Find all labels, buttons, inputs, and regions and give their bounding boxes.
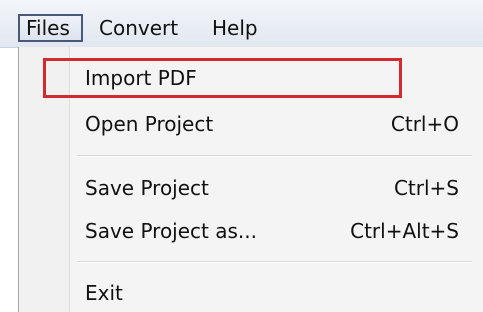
- menu-convert-label: Convert: [99, 16, 179, 40]
- menu-bar: Files Convert Help: [0, 0, 483, 48]
- menu-separator: [77, 261, 472, 263]
- menu-separator: [77, 155, 472, 157]
- menu-files[interactable]: Files: [18, 14, 83, 42]
- menu-item-label: Exit: [85, 281, 123, 305]
- menu-convert[interactable]: Convert: [93, 14, 184, 42]
- menu-item-save-project[interactable]: Save Project Ctrl+S: [47, 169, 479, 207]
- menu-item-label: Save Project: [85, 176, 209, 200]
- highlight-box: [43, 58, 402, 98]
- menu-files-label: Files: [26, 16, 70, 40]
- menu-help[interactable]: Help: [206, 14, 264, 42]
- menu-item-exit[interactable]: Exit: [47, 274, 479, 312]
- menu-item-shortcut: Ctrl+Alt+S: [350, 219, 459, 243]
- menu-item-save-project-as[interactable]: Save Project as... Ctrl+Alt+S: [47, 212, 479, 250]
- menu-item-label: Open Project: [85, 112, 214, 136]
- menu-item-label: Save Project as...: [85, 219, 257, 243]
- menu-item-shortcut: Ctrl+S: [393, 176, 459, 200]
- menu-item-open-project[interactable]: Open Project Ctrl+O: [47, 105, 479, 143]
- menu-item-shortcut: Ctrl+O: [390, 112, 459, 136]
- menu-help-label: Help: [212, 16, 258, 40]
